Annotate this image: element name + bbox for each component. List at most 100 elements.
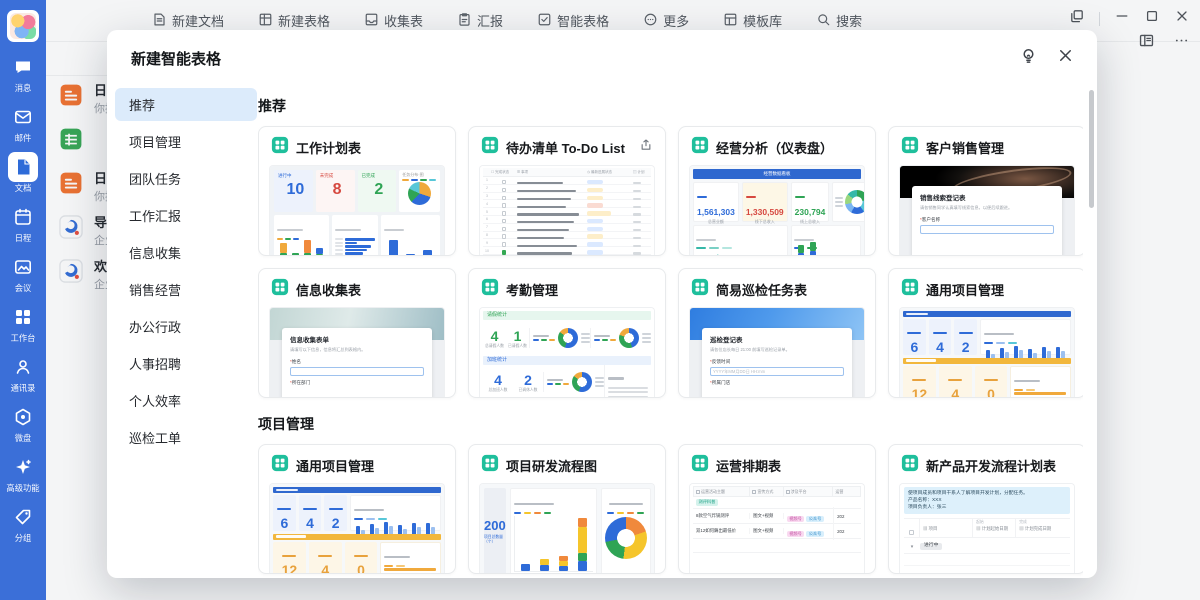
category-item-4[interactable]: 工作汇报 — [115, 199, 257, 232]
sidebar-item-label: 分组 — [2, 533, 44, 543]
template-card[interactable]: 待办清单 To-Do List ☐ 完成状态☰ 事项 ◷ 最新进展状态▤ 计划 … — [468, 126, 666, 256]
template-card[interactable]: 运营排期表 运营活动主题宣传方式涉及平台运营 测评科普 8款空气炸锅测评 图文+… — [678, 444, 876, 574]
sidebar-item-6[interactable]: 工作台 — [0, 302, 46, 344]
template-card-title: 新产品开发流程计划表 — [926, 456, 1056, 475]
template-card-title: 经营分析（仪表盘） — [716, 138, 833, 157]
template-thumbnail: 使项目成员和项目干系人了解项目开发计划，分配任务。产品名称：XXX项目负责人：张… — [899, 483, 1075, 574]
template-card[interactable]: 工作计划表 进行中 10 未完成 8 已完成 2 任务分布·图 — [258, 126, 456, 256]
category-item-8[interactable]: 人事招聘 — [115, 347, 257, 380]
smart-sheet-tile-icon — [901, 136, 919, 159]
sidebar-item-label: 高级功能 — [2, 483, 44, 493]
section-title-1: 推荐 — [258, 96, 1083, 116]
template-thumbnail: 经营数据看板 1,561,303 总营业额 1,330,509 线下总收入 23… — [689, 165, 865, 256]
template-card[interactable]: 经营分析（仪表盘） 经营数据看板 1,561,303 总营业额 1,330,50… — [678, 126, 876, 256]
share-icon[interactable] — [639, 138, 653, 157]
smart-sheet-tile-icon — [901, 278, 919, 301]
calendar-icon — [8, 202, 38, 232]
template-card-title: 项目研发流程图 — [506, 456, 597, 475]
close-icon[interactable] — [1056, 46, 1075, 70]
sidebar-item-4[interactable]: 日程 — [0, 202, 46, 244]
new-smart-sheet-modal: 新建智能表格 推荐项目管理团队任务工作汇报信息收集销售经营办公行政人事招聘个人效… — [107, 30, 1097, 578]
template-gallery: 推荐 工作计划表 进行中 10 未完成 8 已完成 2 任务分布·图 待办清单 … — [258, 80, 1083, 578]
sidebar-item-label: 工作台 — [2, 333, 44, 343]
template-thumbnail: ☐ 完成状态☰ 事项 ◷ 最新进展状态▤ 计划 1 2 3 4 5 — [479, 165, 655, 256]
template-card[interactable]: 通用项目管理 642 1240 — [888, 268, 1083, 398]
sidebar-item-10[interactable]: 分组 — [0, 502, 46, 544]
template-thumbnail: 销售线索登记表 请各销售同学认真填写线索信息，以便后续跟进。 *客户名称 — [899, 165, 1075, 256]
smart-sheet-tile-icon — [691, 136, 709, 159]
category-item-9[interactable]: 个人效率 — [115, 384, 257, 417]
smart-sheet-tile-icon — [901, 454, 919, 477]
contacts-icon — [8, 352, 38, 382]
sidebar-item-8[interactable]: 微盘 — [0, 402, 46, 444]
template-card-title: 通用项目管理 — [926, 280, 1004, 299]
category-item-2[interactable]: 项目管理 — [115, 125, 257, 158]
template-card-title: 工作计划表 — [296, 138, 361, 157]
smart-sheet-tile-icon — [481, 278, 499, 301]
smart-sheet-tile-icon — [271, 454, 289, 477]
template-thumbnail: 642 1240 — [269, 483, 445, 574]
docs-icon — [8, 152, 38, 182]
avatar-image — [10, 13, 36, 39]
primary-sidebar: 消息 邮件 文档 日程 会议 工作台 通讯录 微盘 高级功能 — [0, 0, 46, 600]
sidebar-item-7[interactable]: 通讯录 — [0, 352, 46, 394]
template-card[interactable]: 简易巡检任务表 巡检登记表 请各位店长每日 21:00 前填写巡检记录单。 *反… — [678, 268, 876, 398]
user-avatar[interactable] — [7, 10, 39, 42]
template-category-menu: 推荐项目管理团队任务工作汇报信息收集销售经营办公行政人事招聘个人效率巡检工单 — [115, 88, 257, 458]
template-card-title: 考勤管理 — [506, 280, 558, 299]
smart-sheet-tile-icon — [271, 278, 289, 301]
template-thumbnail: 巡检登记表 请各位店长每日 21:00 前填写巡检记录单。 *反馈时间 YYYY… — [689, 307, 865, 398]
category-item-1[interactable]: 推荐 — [115, 88, 257, 121]
template-card[interactable]: 新产品开发流程计划表 使项目成员和项目干系人了解项目开发计划，分配任务。产品名称… — [888, 444, 1083, 574]
category-item-7[interactable]: 办公行政 — [115, 310, 257, 343]
template-grid: 通用项目管理 642 1240 项目研发流程图 200 项目总数量（个） — [258, 444, 1083, 574]
workbench-icon — [8, 302, 38, 332]
sidebar-item-label: 日程 — [2, 233, 44, 243]
modal-header-icons — [1019, 46, 1075, 70]
sidebar-item-label: 通讯录 — [2, 383, 44, 393]
smart-sheet-tile-icon — [271, 136, 289, 159]
template-thumbnail: 进行中 10 未完成 8 已完成 2 任务分布·图 — [269, 165, 445, 256]
scrollbar-thumb[interactable] — [1089, 90, 1094, 208]
sidebar-item-label: 微盘 — [2, 433, 44, 443]
sidebar-item-5[interactable]: 会议 — [0, 252, 46, 294]
sidebar-item-label: 消息 — [2, 83, 44, 93]
template-card[interactable]: 项目研发流程图 200 项目总数量（个） — [468, 444, 666, 574]
template-card-title: 待办清单 To-Do List — [506, 138, 625, 157]
template-card-title: 客户销售管理 — [926, 138, 1004, 157]
template-card[interactable]: 客户销售管理 销售线索登记表 请各销售同学认真填写线索信息，以便后续跟进。 *客… — [888, 126, 1083, 256]
sidebar-item-2[interactable]: 邮件 — [0, 102, 46, 144]
template-card[interactable]: 考勤管理 请假统计 4总请假人数1已请假人数 加班统计 4总加班人数2已调休人数 — [468, 268, 666, 398]
category-item-5[interactable]: 信息收集 — [115, 236, 257, 269]
advanced-icon — [8, 452, 38, 482]
group-icon — [8, 502, 38, 532]
template-thumbnail: 642 1240 — [899, 307, 1075, 398]
smart-sheet-tile-icon — [481, 454, 499, 477]
template-card[interactable]: 通用项目管理 642 1240 — [258, 444, 456, 574]
tips-lightbulb-icon[interactable] — [1019, 46, 1038, 70]
app-window: 消息 邮件 文档 日程 会议 工作台 通讯录 微盘 高级功能 — [0, 0, 1200, 600]
sidebar-item-9[interactable]: 高级功能 — [0, 452, 46, 494]
sidebar-item-1[interactable]: 消息 — [0, 52, 46, 94]
template-card-title: 简易巡检任务表 — [716, 280, 807, 299]
template-card[interactable]: 信息收集表 信息收集表单 请填写以下信息，信息将汇总到表格内。 *姓名 *所在部… — [258, 268, 456, 398]
category-item-3[interactable]: 团队任务 — [115, 162, 257, 195]
category-item-6[interactable]: 销售经营 — [115, 273, 257, 306]
template-thumbnail: 信息收集表单 请填写以下信息，信息将汇总到表格内。 *姓名 *所在部门 — [269, 307, 445, 398]
sidebar-item-3[interactable]: 文档 — [0, 152, 46, 194]
smart-sheet-tile-icon — [691, 278, 709, 301]
chat-icon — [8, 52, 38, 82]
drive-icon — [8, 402, 38, 432]
template-card-title: 通用项目管理 — [296, 456, 374, 475]
section-title-2: 项目管理 — [258, 414, 1083, 434]
template-card-title: 信息收集表 — [296, 280, 361, 299]
template-card-title: 运营排期表 — [716, 456, 781, 475]
sidebar-item-label: 文档 — [2, 183, 44, 193]
smart-sheet-tile-icon — [481, 136, 499, 159]
sidebar-item-label: 会议 — [2, 283, 44, 293]
mail-icon — [8, 102, 38, 132]
meeting-icon — [8, 252, 38, 282]
smart-sheet-tile-icon — [691, 454, 709, 477]
category-item-10[interactable]: 巡检工单 — [115, 421, 257, 454]
template-grid: 工作计划表 进行中 10 未完成 8 已完成 2 任务分布·图 待办清单 To-… — [258, 126, 1083, 398]
